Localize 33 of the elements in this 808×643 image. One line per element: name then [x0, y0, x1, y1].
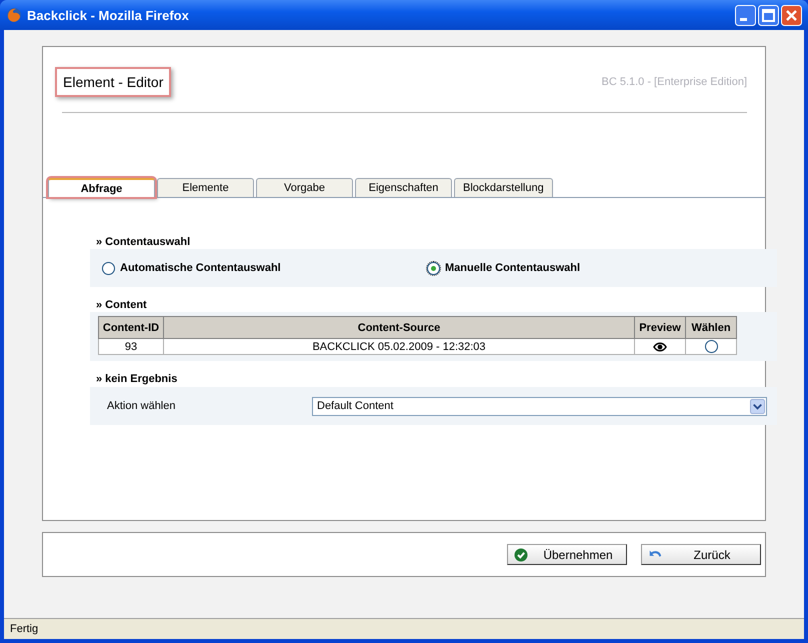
column-header: Content-ID [98, 316, 164, 338]
maximize-button[interactable] [758, 4, 779, 26]
tab[interactable]: Vorgabe [256, 178, 353, 197]
tab[interactable]: Eigenschaften [355, 178, 452, 197]
table-cell: BACKCLICK 05.02.2009 - 12:32:03 [164, 338, 634, 354]
window-title: Backclick - Mozilla Firefox [27, 8, 190, 22]
browser-logo-icon [6, 7, 22, 23]
tab[interactable]: Elemente [157, 178, 254, 197]
radio-button[interactable] [102, 262, 115, 274]
radio-button[interactable] [704, 340, 718, 353]
column-header: Wählen [686, 316, 736, 338]
section-heading: » kein Ergebnis [95, 372, 178, 386]
close-button[interactable] [781, 4, 802, 26]
option-label: Manuelle Contentauswahl [445, 262, 580, 274]
table-cell: 93 [98, 338, 164, 354]
apply-button[interactable]: Übernehmen [507, 544, 627, 565]
eye-icon[interactable] [653, 342, 667, 352]
section-heading: » Content [95, 298, 148, 312]
section-heading: » Contentauswahl [95, 235, 192, 249]
back-button[interactable]: Zurück [641, 544, 761, 565]
version-label: BC 5.1.0 - [Enterprise Edition] [601, 76, 747, 88]
column-header: Content-Source [164, 316, 634, 338]
page-title: Element - Editor [55, 66, 172, 96]
field-label: Aktion wählen [107, 400, 176, 412]
radio-button[interactable] [427, 262, 440, 274]
column-header: Preview [634, 316, 686, 338]
status-text: Fertig [10, 623, 38, 635]
tab[interactable]: Abfrage [48, 178, 155, 197]
minimize-button[interactable] [735, 4, 756, 26]
action-dropdown[interactable]: Default Content [312, 396, 767, 416]
checkmark-icon [514, 548, 528, 562]
tab[interactable]: Blockdarstellung [454, 178, 553, 197]
option-label: Automatische Contentauswahl [120, 262, 281, 274]
